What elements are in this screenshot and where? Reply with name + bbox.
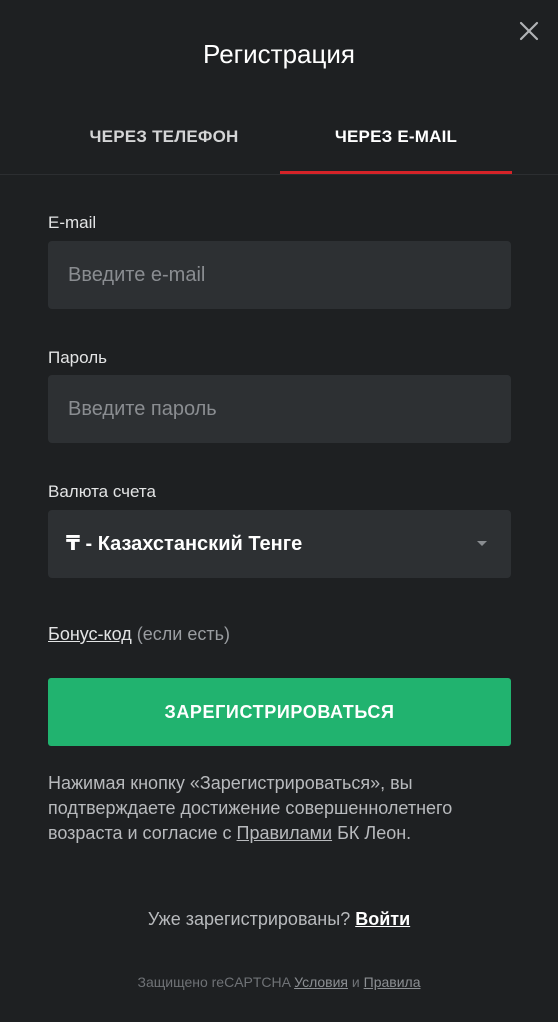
disclaimer-suffix: БК Леон. — [337, 823, 412, 843]
bonus-code-link[interactable]: Бонус-код — [48, 624, 132, 644]
currency-label: Валюта счета — [48, 482, 156, 501]
registration-modal: Регистрация ЧЕРЕЗ ТЕЛЕФОН ЧЕРЕЗ E-MAIL E… — [0, 0, 558, 1022]
login-link[interactable]: Войти — [355, 909, 410, 929]
active-tab-indicator — [280, 171, 512, 174]
password-field[interactable] — [48, 375, 511, 443]
register-button[interactable]: ЗАРЕГИСТРИРОВАТЬСЯ — [48, 678, 511, 746]
recaptcha-text: Защищено reCAPTCHA — [137, 974, 291, 990]
recaptcha-terms-link[interactable]: Условия — [294, 974, 348, 990]
recaptcha-privacy-link[interactable]: Правила — [364, 974, 421, 990]
email-field-box — [48, 241, 511, 309]
currency-select[interactable]: ₸ - Казахстанский Тенге — [48, 510, 511, 578]
rules-link[interactable]: Правилами — [237, 823, 333, 843]
registration-tabs: ЧЕРЕЗ ТЕЛЕФОН ЧЕРЕЗ E-MAIL — [0, 112, 558, 175]
chevron-down-icon — [477, 541, 487, 546]
password-field-box — [48, 375, 511, 443]
recaptcha-notice: Защищено reCAPTCHA Условия и Правила — [0, 972, 558, 992]
password-label: Пароль — [48, 348, 107, 367]
currency-selected-value: ₸ - Казахстанский Тенге — [66, 533, 303, 555]
tab-phone[interactable]: ЧЕРЕЗ ТЕЛЕФОН — [48, 112, 280, 174]
bonus-code-row: Бонус-код (если есть) — [48, 622, 230, 646]
bonus-code-note: (если есть) — [136, 624, 230, 644]
tab-email-label: ЧЕРЕЗ E-MAIL — [334, 127, 458, 146]
login-prompt: Уже зарегистрированы? — [147, 909, 351, 929]
tab-email[interactable]: ЧЕРЕЗ E-MAIL — [280, 112, 512, 174]
login-row: Уже зарегистрированы? Войти — [0, 907, 558, 931]
recaptcha-and: и — [351, 974, 360, 990]
email-label: E-mail — [48, 213, 97, 232]
modal-title: Регистрация — [203, 39, 355, 69]
disclaimer-text: Нажимая кнопку «Зарегистрироваться», вы … — [48, 771, 488, 846]
email-field[interactable] — [48, 241, 511, 309]
